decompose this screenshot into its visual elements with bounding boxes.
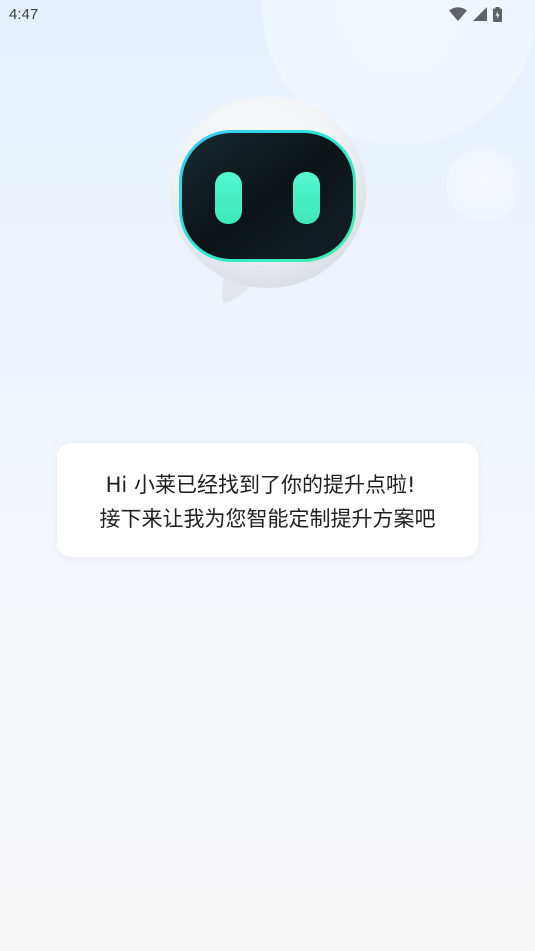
battery-charging-icon [493,6,502,22]
wifi-icon [449,7,467,21]
status-icons [449,6,502,22]
assistant-message-line-1: Hi 小莱已经找到了你的提升点啦! [105,473,416,497]
cellular-signal-icon [473,7,487,21]
assistant-message-line-2: 接下来让我为您智能定制提升方案吧 [99,507,436,531]
background-circle-small [446,149,520,223]
status-time: 4:47 [9,6,39,23]
robot-assistant-icon [165,90,370,310]
status-bar: 4:47 [0,0,535,30]
assistant-message-card: Hi 小莱已经找到了你的提升点啦! 接下来让我为您智能定制提升方案吧 [57,443,478,557]
